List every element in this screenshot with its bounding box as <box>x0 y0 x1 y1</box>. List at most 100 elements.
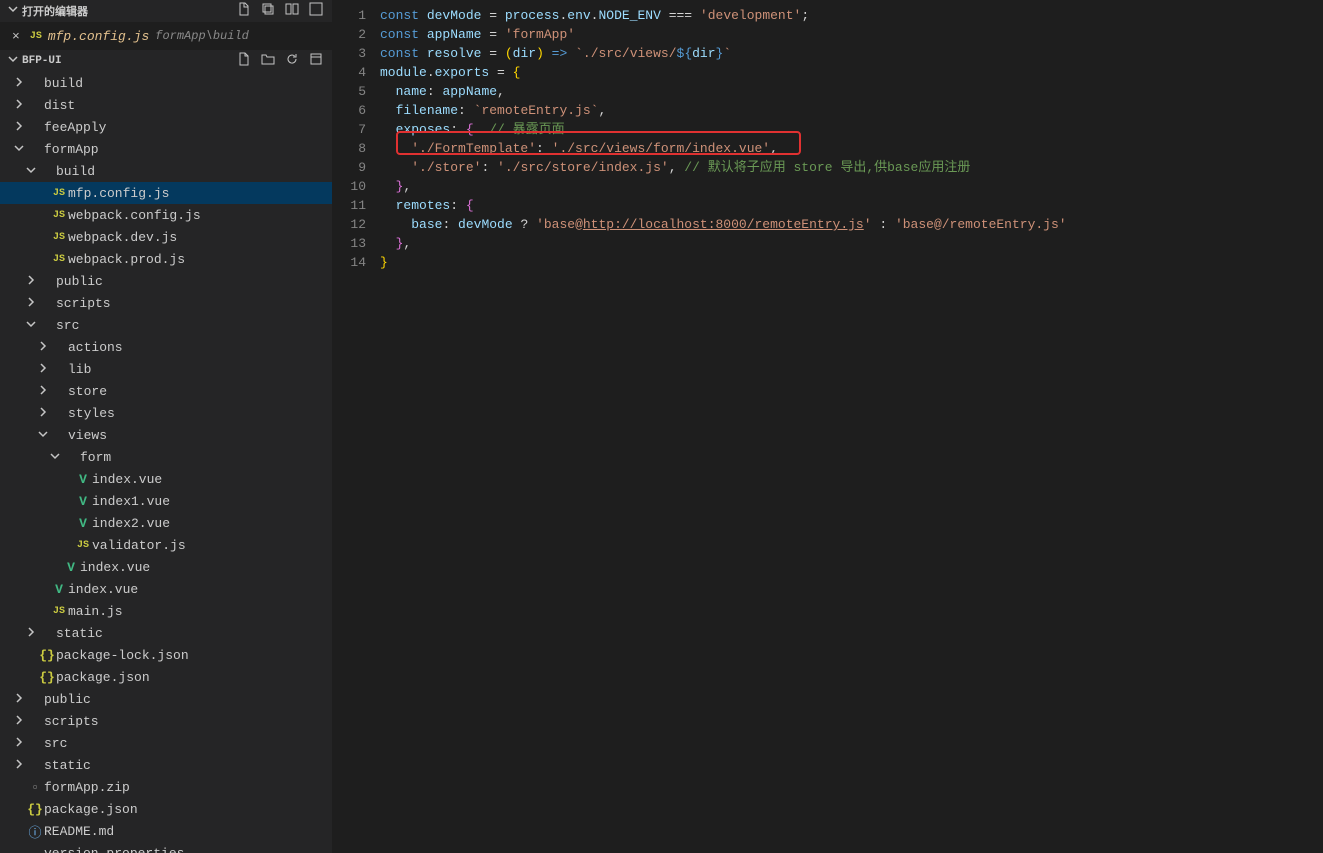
tree-file[interactable]: ⓘREADME.md <box>0 820 332 842</box>
line-number: 9 <box>332 158 366 177</box>
tree-item-label: static <box>56 626 103 641</box>
tree-file[interactable]: ▫formApp.zip <box>0 776 332 798</box>
tree-folder[interactable]: scripts <box>0 292 332 314</box>
line-number: 10 <box>332 177 366 196</box>
tree-folder[interactable]: store <box>0 380 332 402</box>
chevron-right-icon[interactable] <box>36 340 50 355</box>
tree-folder[interactable]: static <box>0 754 332 776</box>
explorer-header[interactable]: BFP-UI <box>0 50 332 72</box>
tree-folder[interactable]: static <box>0 622 332 644</box>
tree-item-label: public <box>56 274 103 289</box>
tree-file[interactable]: JSmfp.config.js <box>0 182 332 204</box>
tree-file[interactable]: JSwebpack.config.js <box>0 204 332 226</box>
chevron-down-icon <box>8 54 18 68</box>
vue-icon: V <box>50 582 68 597</box>
editor-area[interactable]: 1234567891011121314 const devMode = proc… <box>332 0 1323 853</box>
open-editors-header[interactable]: 打开的编辑器 <box>0 0 332 22</box>
chevron-down-icon[interactable] <box>24 318 38 333</box>
open-editor-tab[interactable]: × JS mfp.config.js formApp\build <box>0 22 332 50</box>
chevron-right-icon[interactable] <box>12 76 26 91</box>
tree-folder[interactable]: views <box>0 424 332 446</box>
tree-folder[interactable]: public <box>0 688 332 710</box>
tree-folder[interactable]: dist <box>0 94 332 116</box>
line-number: 12 <box>332 215 366 234</box>
chevron-right-icon[interactable] <box>36 384 50 399</box>
chevron-right-icon[interactable] <box>12 758 26 773</box>
tree-folder[interactable]: src <box>0 732 332 754</box>
tree-file[interactable]: {}package.json <box>0 798 332 820</box>
tree-item-label: static <box>44 758 91 773</box>
line-number: 8 <box>332 139 366 158</box>
vue-icon: V <box>74 472 92 487</box>
tree-item-label: package.json <box>56 670 150 685</box>
new-folder-icon[interactable] <box>260 51 276 71</box>
chevron-right-icon[interactable] <box>12 98 26 113</box>
tree-item-label: build <box>44 76 83 91</box>
chevron-down-icon[interactable] <box>24 164 38 179</box>
chevron-down-icon[interactable] <box>48 450 62 465</box>
chevron-right-icon[interactable] <box>24 626 38 641</box>
chevron-right-icon[interactable] <box>24 296 38 311</box>
chevron-right-icon[interactable] <box>12 736 26 751</box>
chevron-right-icon[interactable] <box>36 406 50 421</box>
tree-file[interactable]: Vindex2.vue <box>0 512 332 534</box>
chevron-down-icon[interactable] <box>36 428 50 443</box>
tree-file[interactable]: Vindex.vue <box>0 578 332 600</box>
tree-item-label: form <box>80 450 111 465</box>
tree-file[interactable]: Vindex.vue <box>0 468 332 490</box>
tree-item-label: formApp.zip <box>44 780 130 795</box>
tree-folder[interactable]: lib <box>0 358 332 380</box>
chevron-right-icon[interactable] <box>12 692 26 707</box>
chevron-right-icon[interactable] <box>12 120 26 135</box>
line-number: 3 <box>332 44 366 63</box>
tree-folder[interactable]: feeApply <box>0 116 332 138</box>
tree-file[interactable]: {}package-lock.json <box>0 644 332 666</box>
chevron-right-icon[interactable] <box>36 362 50 377</box>
layout-icon[interactable] <box>284 1 300 21</box>
json-icon: {} <box>26 802 44 817</box>
tree-file[interactable]: Vindex.vue <box>0 556 332 578</box>
chevron-right-icon[interactable] <box>12 714 26 729</box>
tree-folder[interactable]: formApp <box>0 138 332 160</box>
tree-item-label: dist <box>44 98 75 113</box>
tree-file[interactable]: JSmain.js <box>0 600 332 622</box>
tree-folder[interactable]: form <box>0 446 332 468</box>
tree-file[interactable]: version properties <box>0 842 332 853</box>
tree-item-label: public <box>44 692 91 707</box>
tree-folder[interactable]: scripts <box>0 710 332 732</box>
chevron-right-icon[interactable] <box>24 274 38 289</box>
new-file-icon[interactable] <box>236 51 252 71</box>
tree-file[interactable]: Vindex1.vue <box>0 490 332 512</box>
vue-icon: V <box>62 560 80 575</box>
js-icon: JS <box>50 188 68 199</box>
js-icon: JS <box>50 210 68 221</box>
tree-file[interactable]: {}package.json <box>0 666 332 688</box>
more-icon[interactable] <box>308 1 324 21</box>
tree-folder[interactable]: src <box>0 314 332 336</box>
refresh-icon[interactable] <box>284 51 300 71</box>
collapse-icon[interactable] <box>308 51 324 71</box>
vue-icon: V <box>74 516 92 531</box>
explorer-title: BFP-UI <box>22 55 236 67</box>
tree-item-label: scripts <box>44 714 99 729</box>
tree-folder[interactable]: styles <box>0 402 332 424</box>
line-gutter: 1234567891011121314 <box>332 0 380 853</box>
tree-item-label: styles <box>68 406 115 421</box>
line-number: 11 <box>332 196 366 215</box>
tree-file[interactable]: JSwebpack.prod.js <box>0 248 332 270</box>
tree-file[interactable]: JSwebpack.dev.js <box>0 226 332 248</box>
tree-folder[interactable]: actions <box>0 336 332 358</box>
tree-folder[interactable]: public <box>0 270 332 292</box>
close-icon[interactable]: × <box>8 29 24 44</box>
js-icon: JS <box>50 606 68 617</box>
chevron-down-icon[interactable] <box>12 142 26 157</box>
tree-file[interactable]: JSvalidator.js <box>0 534 332 556</box>
tree-folder[interactable]: build <box>0 160 332 182</box>
save-all-icon[interactable] <box>260 1 276 21</box>
tree-folder[interactable]: build <box>0 72 332 94</box>
new-file-icon[interactable] <box>236 1 252 21</box>
tree-item-label: webpack.config.js <box>68 208 201 223</box>
code-content[interactable]: const devMode = process.env.NODE_ENV ===… <box>380 0 1323 853</box>
line-number: 2 <box>332 25 366 44</box>
tree-item-label: validator.js <box>92 538 186 553</box>
